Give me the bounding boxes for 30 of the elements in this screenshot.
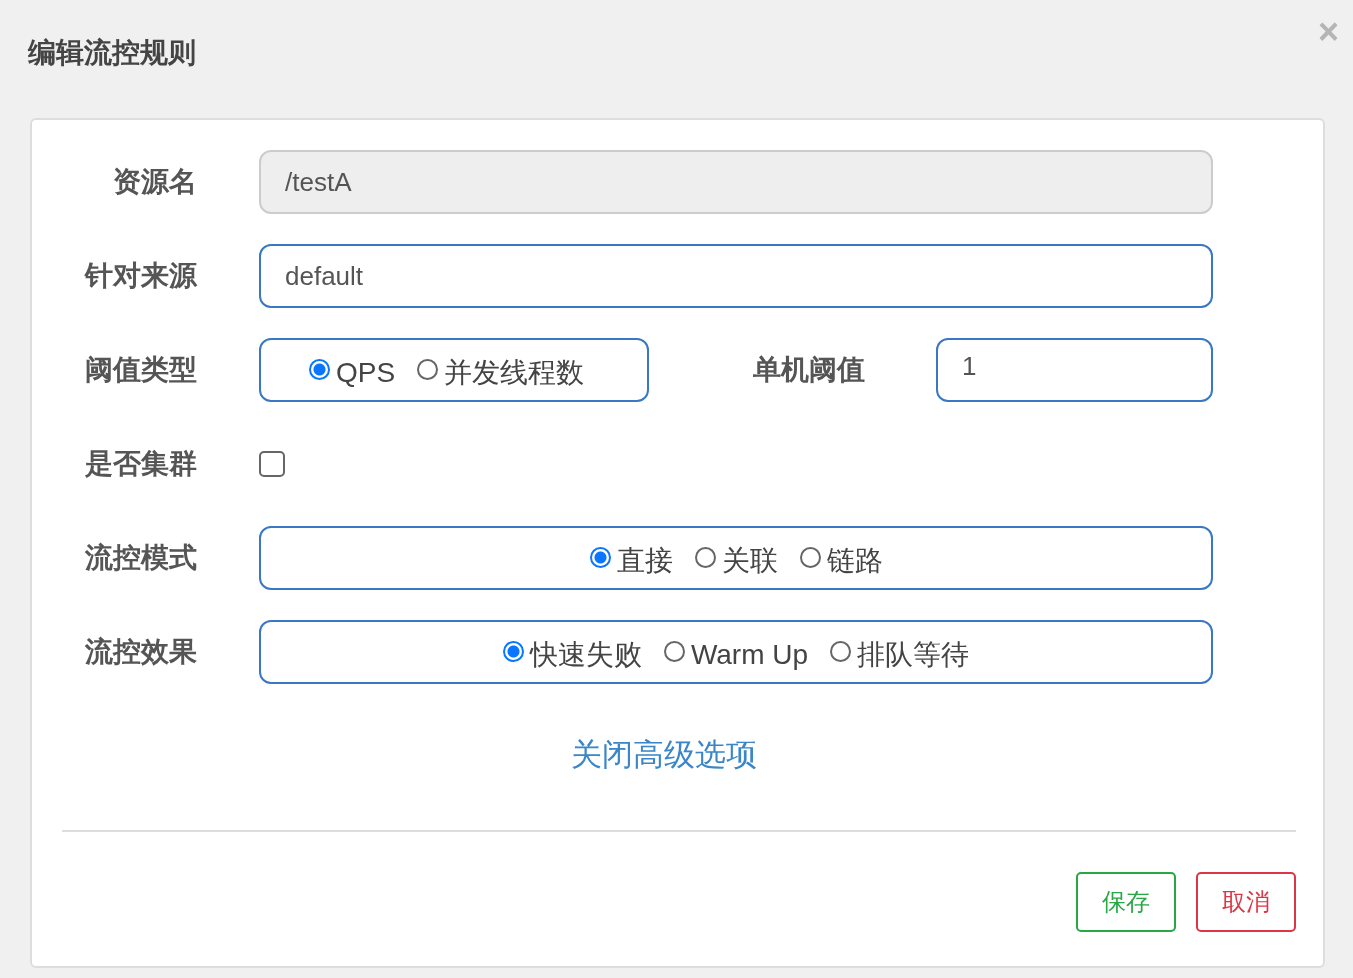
radio-button[interactable] (799, 546, 821, 568)
radio-button[interactable] (830, 640, 852, 662)
option-label: 排队等待 (857, 638, 970, 672)
field-label: 流控模式 (84, 541, 197, 575)
option-label: Warm Up (690, 639, 809, 671)
field-label: 流控效果 (84, 635, 197, 669)
cancel-button[interactable]: 取消 (1196, 872, 1296, 932)
field-label: 单机阈值 (753, 353, 866, 387)
field-label: 针对来源 (83, 259, 197, 293)
origin-field[interactable]: default (259, 244, 1213, 308)
dialog-title: 编辑流控规则 (28, 36, 196, 70)
save-button[interactable]: 保存 (1076, 872, 1176, 932)
option-label: 并发线程数 (444, 356, 585, 390)
field-label: 是否集群 (84, 447, 197, 481)
checkbox[interactable] (259, 451, 285, 477)
option-label: 链路 (826, 544, 883, 578)
field-label: 阈值类型 (84, 353, 197, 387)
advanced-options-link[interactable]: 关闭高级选项 (570, 734, 757, 776)
option-label: 关联 (721, 544, 778, 578)
option-label: QPS (336, 357, 396, 389)
radio-button[interactable] (417, 358, 439, 380)
radio-button[interactable] (309, 358, 330, 380)
option-label: 直接 (616, 544, 673, 578)
radio-button[interactable] (694, 546, 716, 568)
radio-button[interactable] (589, 546, 611, 568)
field-label: 资源名 (112, 165, 197, 199)
option-label: 快速失败 (529, 638, 642, 672)
radio-button[interactable] (663, 640, 685, 662)
threshold-field[interactable]: 1 (936, 338, 1213, 402)
radio-button[interactable] (502, 640, 524, 662)
